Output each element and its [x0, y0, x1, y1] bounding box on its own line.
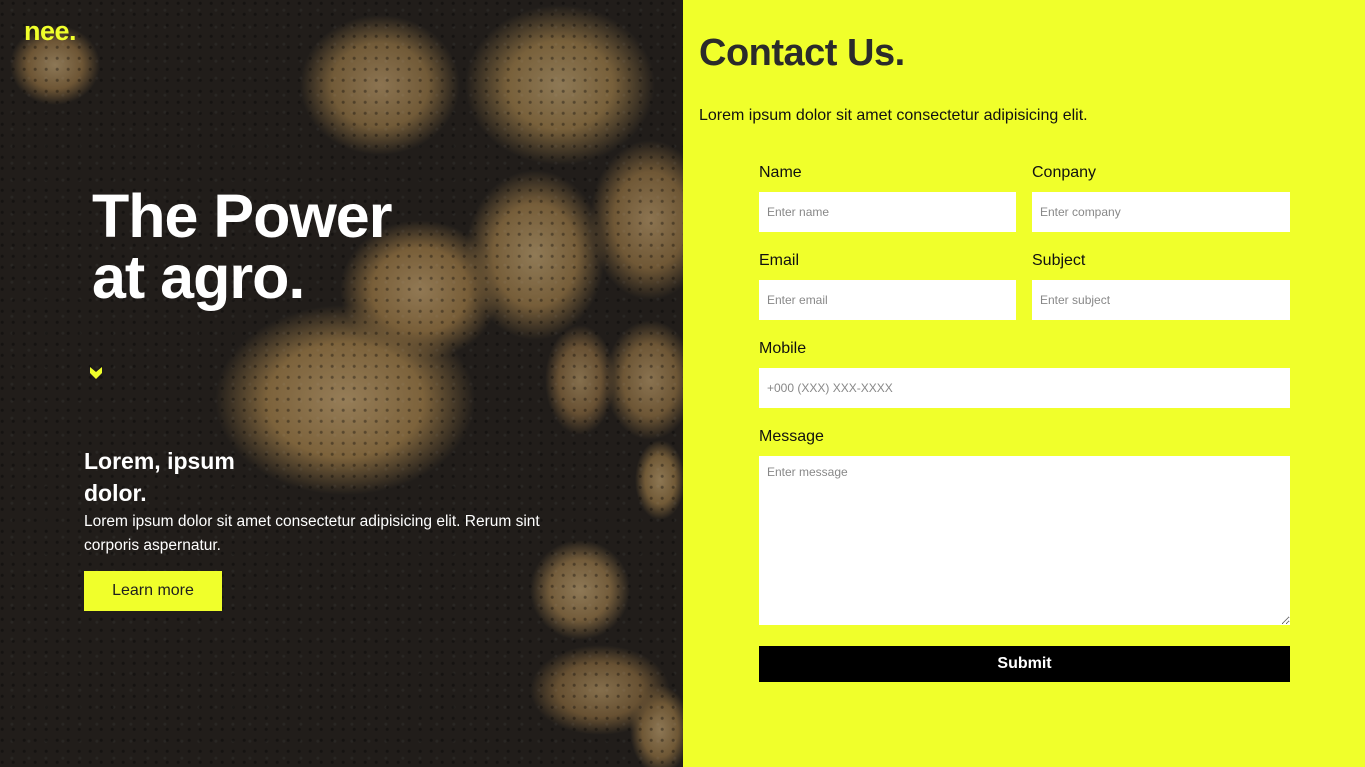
hero-title: The Power at agro. [92, 186, 512, 308]
name-input[interactable] [759, 192, 1016, 232]
message-textarea[interactable] [759, 456, 1290, 625]
name-label: Name [759, 164, 802, 181]
hero-title-line1: The Power [92, 182, 392, 250]
mobile-label: Mobile [759, 340, 807, 357]
learn-more-button[interactable]: Learn more [84, 571, 222, 611]
submit-button[interactable]: Submit [759, 646, 1290, 682]
subtitle-line2: dolor. [84, 480, 147, 506]
email-label: Email [759, 252, 800, 269]
chevron-down-icon[interactable] [89, 366, 103, 380]
hero-description: Lorem ipsum dolor sit amet consectetur a… [84, 513, 540, 554]
message-label: Message [759, 428, 824, 445]
company-input[interactable] [1032, 192, 1290, 232]
subject-label: Subject [1032, 252, 1086, 269]
section-subtitle: Lorem, ipsum dolor. [84, 445, 264, 509]
contact-title: Contact Us. [699, 32, 905, 74]
email-input[interactable] [759, 280, 1016, 320]
subject-input[interactable] [1032, 280, 1290, 320]
hero-panel: nee. The Power at agro. Lorem, ipsum dol… [0, 0, 683, 767]
logo[interactable]: nee. [24, 16, 77, 47]
subtitle-line1: Lorem, ipsum [84, 448, 235, 474]
contact-description: Lorem ipsum dolor sit amet consectetur a… [699, 107, 1088, 124]
company-label: Conpany [1032, 164, 1097, 181]
contact-panel: Contact Us. Lorem ipsum dolor sit amet c… [683, 0, 1365, 767]
hero-title-line2: at agro. [92, 243, 305, 311]
mobile-input[interactable] [759, 368, 1290, 408]
